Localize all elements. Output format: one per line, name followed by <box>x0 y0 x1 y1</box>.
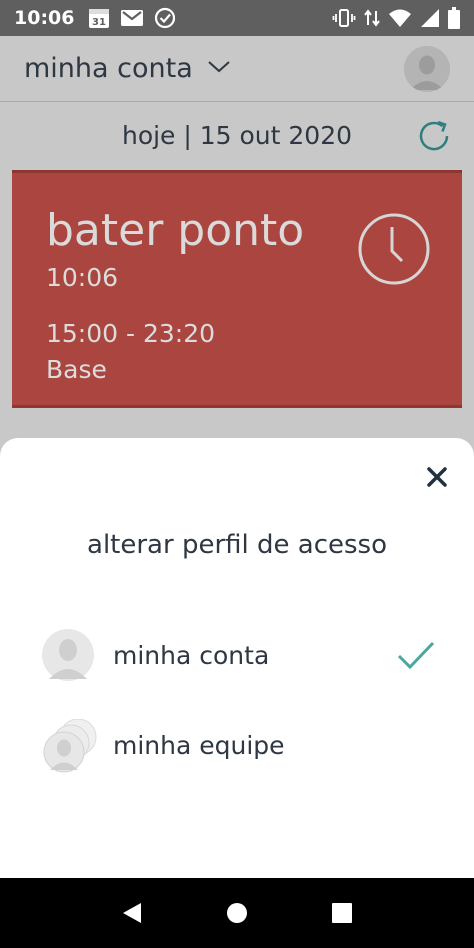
back-icon[interactable] <box>117 898 147 928</box>
recents-icon[interactable] <box>327 898 357 928</box>
account-switcher-title[interactable]: minha conta <box>24 53 193 84</box>
option-my-team[interactable]: minha equipe <box>0 710 474 780</box>
clock-in-title: bater ponto <box>46 205 305 256</box>
app-header: minha conta <box>0 36 474 102</box>
shift-time: 15:00 - 23:20 <box>46 319 216 348</box>
data-arrows-icon <box>364 8 380 28</box>
clock-icon <box>356 211 432 287</box>
checkmark-icon <box>396 640 436 670</box>
shift-place: Base <box>46 355 107 384</box>
check-circle-icon <box>154 7 176 29</box>
calendar-day: 31 <box>93 17 107 28</box>
vibrate-icon <box>332 8 356 28</box>
status-time: 10:06 <box>14 7 75 29</box>
option-label: minha conta <box>113 640 270 670</box>
signal-icon <box>420 8 440 28</box>
date-text: hoje | 15 out 2020 <box>121 120 353 150</box>
person-avatar-icon <box>42 629 94 681</box>
profile-avatar[interactable] <box>404 46 450 92</box>
sheet-title: alterar perfil de acesso <box>87 530 387 560</box>
refresh-icon[interactable] <box>414 116 454 156</box>
calendar-icon: 31 <box>88 7 110 29</box>
person-icon <box>404 46 450 92</box>
current-time: 10:06 <box>46 263 119 292</box>
status-bar: 10:06 31 <box>0 0 474 36</box>
gmail-icon <box>120 8 144 28</box>
team-avatar-icon <box>42 718 97 773</box>
wifi-icon <box>388 8 412 28</box>
close-icon[interactable] <box>422 462 452 492</box>
clock-in-card[interactable]: bater ponto 10:06 15:00 - 23:20 Base <box>12 170 462 408</box>
home-icon[interactable] <box>222 898 252 928</box>
battery-icon <box>448 7 460 29</box>
chevron-down-icon[interactable] <box>207 59 231 78</box>
option-label: minha equipe <box>113 730 285 760</box>
navigation-bar <box>0 878 474 948</box>
option-my-account[interactable]: minha conta <box>0 620 474 690</box>
access-profile-sheet: alterar perfil de acesso minha conta min… <box>0 438 474 878</box>
date-row: hoje | 15 out 2020 <box>0 104 474 166</box>
